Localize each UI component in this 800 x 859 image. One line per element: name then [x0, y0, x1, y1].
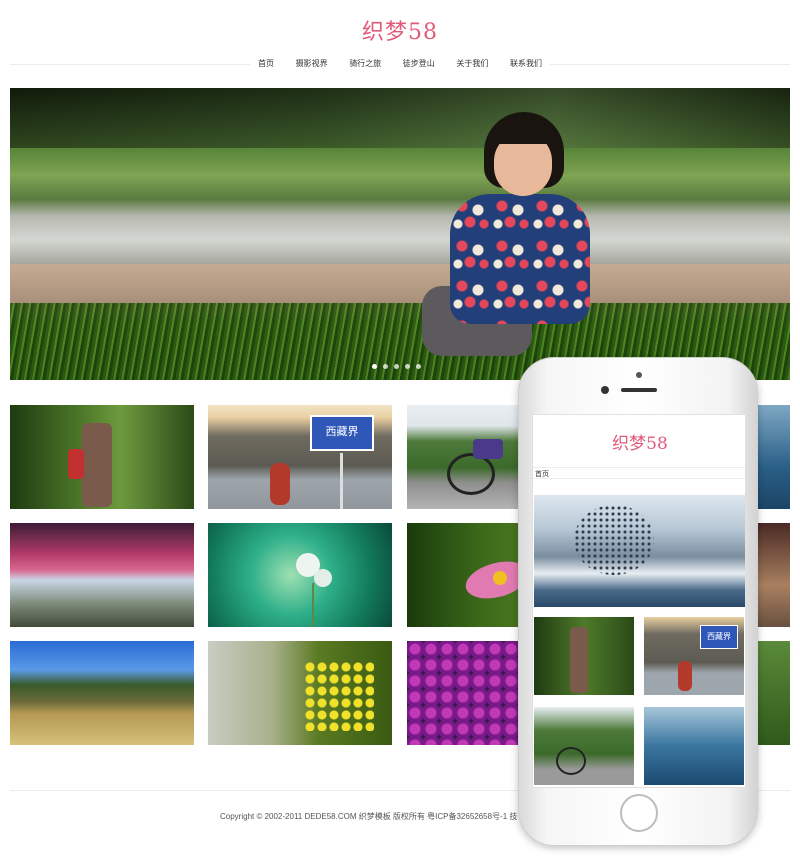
- banner-background: [10, 88, 790, 148]
- phone-camera-icon: [636, 372, 642, 378]
- banner-child-photo: [410, 110, 590, 365]
- phone-screen: 织梦58 首页 西藏界: [532, 414, 746, 788]
- footer-copyright: Copyright © 2002-2011 DEDE58.COM 织梦模板 版权…: [220, 812, 518, 821]
- gallery-photo-grassland[interactable]: [10, 641, 194, 745]
- phone-mockup: 织梦58 首页 西藏界: [518, 357, 758, 846]
- nav-item-cycling[interactable]: 骑行之旅: [349, 58, 381, 69]
- gallery-photo-tibet-sign[interactable]: 西藏界: [208, 405, 392, 509]
- gallery-photo-cherry-road[interactable]: [10, 523, 194, 627]
- gallery-photo-rapeseed[interactable]: [208, 641, 392, 745]
- slider-dot[interactable]: [372, 364, 377, 369]
- gallery-photo-hikers[interactable]: [10, 405, 194, 509]
- phone-speaker: [621, 388, 657, 392]
- tibet-road-sign: 西藏界: [310, 415, 374, 451]
- mobile-nav: 首页: [533, 467, 745, 479]
- gallery-photo-white-flower[interactable]: [208, 523, 392, 627]
- slider-dot[interactable]: [405, 364, 410, 369]
- mobile-photo-lake[interactable]: [644, 707, 744, 785]
- mobile-photo-tibet-sign[interactable]: 西藏界: [644, 617, 744, 695]
- main-nav: 首页 摄影视界 骑行之旅 徒步登山 关于我们 联系我们: [250, 53, 550, 73]
- nav-item-hiking[interactable]: 徒步登山: [403, 58, 435, 69]
- banner-slider[interactable]: [10, 88, 790, 380]
- mobile-nav-item-home[interactable]: 首页: [535, 469, 549, 479]
- banner-path: [10, 264, 790, 306]
- phone-home-button[interactable]: [620, 794, 658, 832]
- nav-item-home[interactable]: 首页: [258, 58, 274, 69]
- site-title[interactable]: 织梦58: [0, 14, 800, 46]
- mobile-site-title[interactable]: 织梦58: [533, 429, 745, 454]
- nav-item-photography[interactable]: 摄影视界: [296, 58, 328, 69]
- phone-front-camera-icon: [601, 386, 609, 394]
- mobile-photo-bicycle[interactable]: [534, 707, 634, 785]
- mobile-tibet-road-sign: 西藏界: [700, 625, 738, 649]
- slider-dot[interactable]: [394, 364, 399, 369]
- slider-dot[interactable]: [383, 364, 388, 369]
- mobile-banner-snow[interactable]: [534, 495, 745, 607]
- nav-item-contact[interactable]: 联系我们: [510, 58, 542, 69]
- nav-item-about[interactable]: 关于我们: [456, 58, 488, 69]
- mobile-photo-hikers[interactable]: [534, 617, 634, 695]
- slider-dot[interactable]: [416, 364, 421, 369]
- slider-dots: [372, 364, 421, 369]
